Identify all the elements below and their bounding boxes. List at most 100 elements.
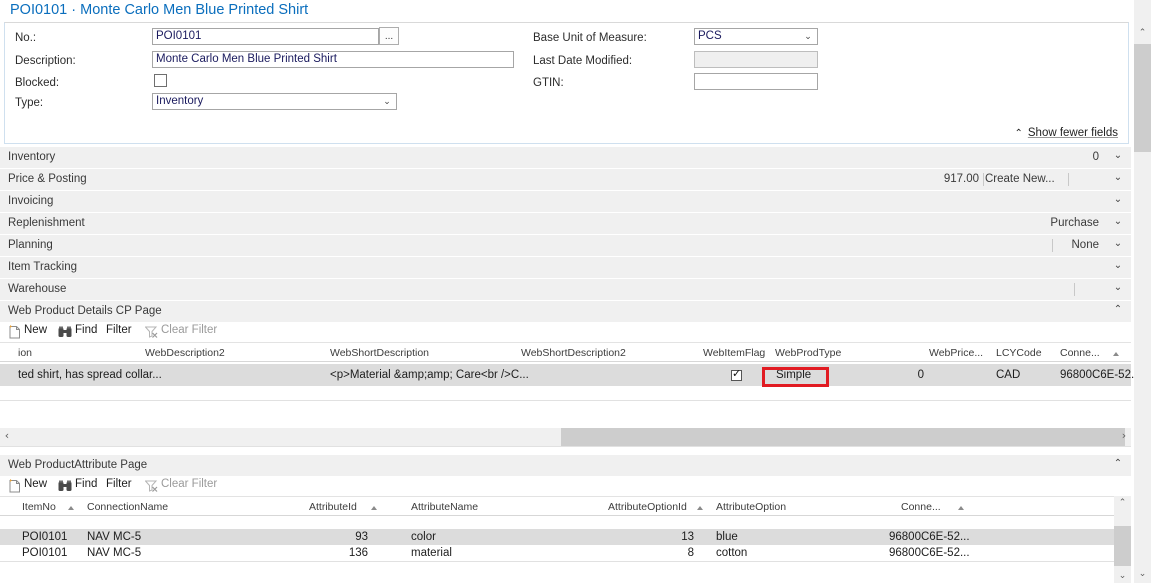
part-caption: Web ProductAttribute Page [8, 459, 147, 471]
sort-ascending-icon [1113, 352, 1120, 357]
fasttab-caption: Item Tracking [8, 261, 77, 273]
page-vertical-scrollbar[interactable]: ⌃ ⌄ [1134, 0, 1151, 583]
part1-horizontal-scrollbar[interactable]: ‹ › [0, 428, 1131, 446]
chevron-down-icon[interactable]: ⌄ [1111, 172, 1125, 183]
sort-ascending-icon [958, 506, 965, 511]
new-button[interactable]: New [24, 324, 47, 336]
fasttab-caption: Planning [8, 239, 53, 251]
cell-conne: 96800C6E-52... [1060, 369, 1141, 381]
find-button[interactable]: Find [75, 324, 97, 336]
scroll-up-arrow-icon[interactable]: ⌃ [1134, 28, 1151, 38]
chevron-down-icon[interactable]: ⌄ [1111, 282, 1125, 293]
show-fewer-fields-label: Show fewer fields [1028, 127, 1118, 139]
cell-webitemflag-checkbox[interactable] [731, 370, 742, 381]
chevron-down-icon[interactable]: ⌄ [1111, 260, 1125, 271]
label-gtin: GTIN: [533, 77, 564, 89]
table-row[interactable]: POI0101 NAV MC-5 93 color 13 blue 96800C… [0, 529, 1114, 545]
table-row-spacer [0, 517, 1114, 529]
new-button[interactable]: New [24, 478, 47, 490]
fasttab-warehouse[interactable]: Warehouse ⌄ [0, 279, 1131, 301]
fasttab-value: Purchase [959, 217, 1099, 229]
chevron-up-icon: ⌃ [1014, 128, 1022, 139]
cell-itemno: POI0101 [22, 531, 67, 543]
chevron-down-icon[interactable]: ⌄ [1111, 150, 1125, 161]
scroll-down-arrow-icon[interactable]: ⌄ [1134, 569, 1151, 579]
cell-webshortdescription: <p>Material &amp;amp; Care<br />C... [330, 369, 529, 381]
column-header-webshortdescription[interactable]: WebShortDescription [330, 347, 429, 359]
part2-toolbar: New Find Filter Clear Filter [0, 477, 1131, 495]
filter-button[interactable]: Filter [106, 324, 132, 336]
table-row[interactable]: POI0101 NAV MC-5 136 material 8 cotton 9… [0, 545, 1114, 561]
fasttab-item-tracking[interactable]: Item Tracking ⌄ [0, 257, 1131, 279]
type-dropdown[interactable]: Inventory ⌄ [152, 93, 397, 110]
column-header-webdescription2[interactable]: WebDescription2 [145, 347, 225, 359]
fasttab-price-and-posting[interactable]: Price & Posting 917.00 Create New... ⌄ [0, 169, 1131, 191]
column-header-itemno[interactable]: ItemNo [22, 501, 56, 513]
column-header-attributeoption[interactable]: AttributeOption [716, 501, 786, 513]
column-header-attributename[interactable]: AttributeName [411, 501, 478, 513]
description-input[interactable]: Monte Carlo Men Blue Printed Shirt [152, 51, 514, 68]
column-header-attributeoptionid[interactable]: AttributeOptionId [608, 501, 687, 513]
chevron-up-icon[interactable]: ⌃ [1111, 458, 1125, 469]
filter-button[interactable]: Filter [106, 478, 132, 490]
part-header-web-product-details[interactable]: Web Product Details CP Page ⌃ [0, 301, 1131, 323]
page-title: POI0101 · Monte Carlo Men Blue Printed S… [10, 2, 308, 18]
find-button[interactable]: Find [75, 478, 97, 490]
label-description: Description: [15, 55, 76, 67]
fasttab-action-create-new[interactable]: Create New... [985, 173, 1063, 185]
sort-ascending-icon [68, 506, 75, 511]
no-input[interactable]: POI0101 [152, 28, 379, 45]
column-header-lcycode[interactable]: LCYCode [996, 347, 1042, 359]
item-card-page: POI0101 · Monte Carlo Men Blue Printed S… [0, 0, 1151, 583]
chevron-down-icon[interactable]: ⌄ [1111, 194, 1125, 205]
scrollbar-thumb[interactable] [1134, 44, 1151, 152]
scroll-right-arrow-icon[interactable]: › [1117, 429, 1131, 442]
cell-connectionname: NAV MC-5 [87, 531, 141, 543]
blocked-checkbox[interactable] [154, 74, 167, 87]
label-blocked: Blocked: [15, 77, 59, 89]
column-header-ion[interactable]: ion [18, 347, 32, 359]
cell-attributeoptionid: 8 [646, 547, 694, 559]
label-no: No.: [15, 32, 36, 44]
column-header-conne[interactable]: Conne... [901, 501, 941, 513]
chevron-down-icon[interactable]: ⌄ [1111, 216, 1125, 227]
column-header-webitemflag[interactable]: WebItemFlag [703, 347, 765, 359]
scroll-down-arrow-icon[interactable]: ⌄ [1114, 571, 1131, 581]
separator [1068, 173, 1069, 186]
column-header-attributeid[interactable]: AttributeId [309, 501, 357, 513]
base-unit-of-measure-value: PCS [698, 29, 722, 44]
no-lookup-button[interactable]: ... [379, 27, 399, 45]
scrollbar-thumb[interactable] [1114, 526, 1131, 566]
part-header-web-productattribute[interactable]: Web ProductAttribute Page ⌃ [0, 455, 1131, 477]
label-base-unit-of-measure: Base Unit of Measure: [533, 32, 647, 44]
column-header-conne[interactable]: Conne... [1060, 347, 1100, 359]
chevron-down-icon[interactable]: ⌄ [1111, 238, 1125, 249]
last-date-modified-input [694, 51, 818, 68]
fasttab-invoicing[interactable]: Invoicing ⌄ [0, 191, 1131, 213]
fasttab-caption: Invoicing [8, 195, 53, 207]
column-header-webprodtype[interactable]: WebProdType [775, 347, 841, 359]
scrollbar-thumb[interactable] [561, 428, 1125, 446]
cell-attributeid: 93 [320, 531, 368, 543]
cell-webprice: 0 [880, 369, 924, 381]
fasttab-replenishment[interactable]: Replenishment Purchase ⌄ [0, 213, 1131, 235]
table-row[interactable]: ted shirt, has spread collar... <p>Mater… [0, 364, 1131, 386]
base-unit-of-measure-dropdown[interactable]: PCS ⌄ [694, 28, 818, 45]
scroll-up-arrow-icon[interactable]: ⌃ [1114, 498, 1131, 508]
fasttab-planning[interactable]: Planning None ⌄ [0, 235, 1131, 257]
type-dropdown-value: Inventory [156, 94, 203, 109]
column-header-webshortdescription2[interactable]: WebShortDescription2 [521, 347, 626, 359]
clear-filter-button[interactable]: Clear Filter [161, 478, 217, 490]
cell-lcycode: CAD [996, 369, 1020, 381]
gtin-input[interactable] [694, 73, 818, 90]
cell-itemno: POI0101 [22, 547, 67, 559]
table-row-empty [0, 386, 1131, 400]
fasttab-inventory[interactable]: Inventory 0 ⌄ [0, 147, 1131, 169]
column-header-connectionname[interactable]: ConnectionName [87, 501, 168, 513]
show-fewer-fields-link[interactable]: ⌃ Show fewer fields [1014, 127, 1118, 139]
column-header-webprice[interactable]: WebPrice... [929, 347, 983, 359]
part2-vertical-scrollbar[interactable]: ⌃ ⌄ [1114, 496, 1131, 583]
clear-filter-button[interactable]: Clear Filter [161, 324, 217, 336]
scroll-left-arrow-icon[interactable]: ‹ [0, 429, 14, 442]
chevron-up-icon[interactable]: ⌃ [1111, 304, 1125, 315]
